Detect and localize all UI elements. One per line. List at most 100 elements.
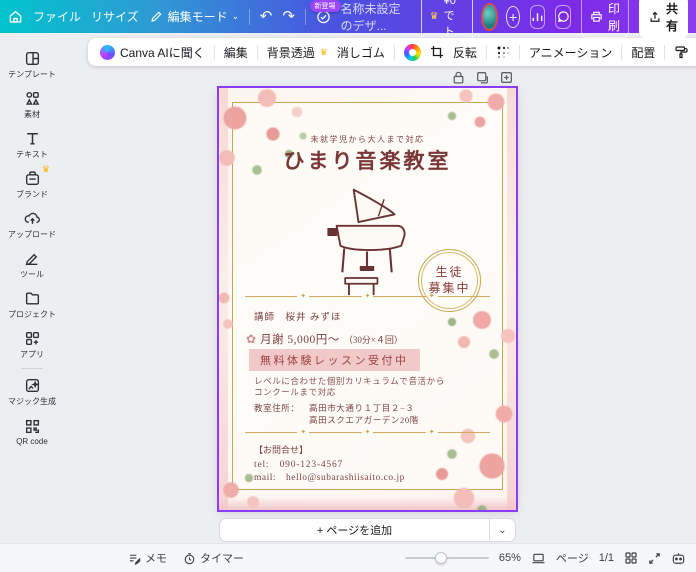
sidebar-item-apps[interactable]: アプリ <box>2 325 62 365</box>
sidebar-item-label: QR code <box>16 437 48 446</box>
duplicate-page-icon <box>475 70 490 85</box>
add-page-icon-button[interactable] <box>499 70 514 85</box>
flyer-address-line2: 高田スクエアガーデン20階 <box>309 414 419 426</box>
share-icon <box>649 11 661 23</box>
grand-piano-illustration <box>319 185 415 297</box>
duplicate-page-button[interactable] <box>475 70 490 85</box>
divider <box>305 9 306 25</box>
print-label: 印刷 <box>608 0 620 34</box>
folder-icon <box>24 290 41 307</box>
printer-icon <box>590 10 603 23</box>
paint-roller-icon <box>674 45 688 59</box>
brand-kit-icon <box>24 170 41 187</box>
approval-button[interactable]: 新登場 <box>316 9 331 24</box>
eraser-button[interactable]: 消しゴム <box>337 44 385 61</box>
sidebar-item-label: アプリ <box>20 349 44 360</box>
menu-resize[interactable]: リサイズ <box>91 8 139 25</box>
flyer-address-line1: 高田市大通り１丁目２−３ <box>309 402 415 414</box>
flyer-address-label: 教室住所： <box>254 402 300 414</box>
crop-button[interactable] <box>430 45 444 59</box>
design-page[interactable]: 未就学児から大人まで対応 ひまり音楽教室 生徒 募集中 <box>219 88 516 510</box>
help-assistant-button[interactable] <box>671 551 686 565</box>
divider <box>664 45 665 60</box>
page-view-button[interactable] <box>531 552 546 565</box>
home-icon[interactable] <box>8 9 23 24</box>
sidebar-item-label: ブランド <box>16 189 48 200</box>
crown-icon: ♛ <box>430 12 439 22</box>
position-button[interactable]: 配置 <box>631 44 655 61</box>
undo-button[interactable]: ↶ <box>260 9 273 24</box>
add-page-button[interactable]: + ページを追加 <box>220 519 489 541</box>
sidebar-divider <box>21 368 43 369</box>
grid-view-button[interactable] <box>624 551 638 565</box>
sidebar-item-label: テキスト <box>16 149 48 160</box>
tools-pen-icon <box>24 250 41 267</box>
notes-button[interactable]: メモ <box>128 550 167 566</box>
document-title[interactable]: 名称未設定のデザ... <box>341 0 401 34</box>
sidebar-item-text[interactable]: テキスト <box>2 125 62 165</box>
shapes-icon <box>24 90 41 107</box>
page-actions <box>451 70 514 85</box>
avatar[interactable] <box>483 5 497 29</box>
flyer-contact-tel: tel: 090-123-4567 <box>254 456 343 470</box>
gold-divider: ✦✦✦ <box>245 293 490 300</box>
chevron-down-icon: ⌄ <box>498 525 506 536</box>
add-page-icon <box>499 70 514 85</box>
divider <box>249 9 250 25</box>
add-page-chevron-button[interactable]: ⌄ <box>489 519 515 541</box>
students-wanted-badge: 生徒 募集中 <box>418 249 481 312</box>
flower-cluster-left <box>219 280 244 344</box>
zoom-slider-handle[interactable] <box>435 552 447 564</box>
upgrade-button[interactable]: ♛ ¥0でト... <box>421 0 473 43</box>
menu-file[interactable]: ファイル <box>33 8 81 25</box>
timer-button[interactable]: タイマー <box>183 550 244 566</box>
sidebar-item-uploads[interactable]: アップロード <box>2 205 62 245</box>
color-wheel-icon[interactable] <box>404 44 421 61</box>
zoom-slider[interactable] <box>405 557 489 559</box>
sidebar-item-label: ツール <box>20 269 44 280</box>
sidebar-item-qr-code[interactable]: QR code <box>2 412 62 452</box>
status-bar: メモ タイマー 65% ページ 1/1 <box>0 543 696 572</box>
comments-button[interactable] <box>555 5 571 29</box>
fullscreen-button[interactable] <box>648 552 661 565</box>
ask-canva-ai-button[interactable]: Canva AIに聞く <box>100 44 205 61</box>
animation-button[interactable]: アニメーション <box>529 44 613 61</box>
sidebar-item-brand[interactable]: ♛ ブランド <box>2 165 62 205</box>
print-button[interactable]: 印刷 <box>581 0 629 38</box>
divider <box>394 45 395 60</box>
sidebar-item-magic-generate[interactable]: マジック生成 <box>2 372 62 412</box>
edit-image-button[interactable]: 編集 <box>224 44 248 61</box>
sidebar-item-tools[interactable]: ツール <box>2 245 62 285</box>
sidebar-item-label: アップロード <box>8 229 56 240</box>
bg-remove-button[interactable]: 背景透過 ♛ <box>267 44 328 61</box>
page-view-label[interactable]: ページ <box>556 550 589 566</box>
flip-button[interactable]: 反転 <box>453 44 477 61</box>
sidebar-item-projects[interactable]: プロジェクト <box>2 285 62 325</box>
sidebar-item-templates[interactable]: テンプレート <box>2 45 62 85</box>
timer-label: タイマー <box>200 550 244 566</box>
share-button[interactable]: 共有 <box>639 0 688 38</box>
chat-bubble-icon <box>557 10 570 23</box>
pro-crown-icon: ♛ <box>42 165 50 174</box>
grid-view-icon <box>624 551 638 565</box>
edit-mode-menu[interactable]: 編集モード ⌄ <box>149 8 240 25</box>
divider <box>519 45 520 60</box>
add-member-button[interactable]: + <box>506 6 519 28</box>
fullscreen-icon <box>648 552 661 565</box>
copy-style-button[interactable] <box>674 45 688 59</box>
lock-page-button[interactable] <box>451 70 466 85</box>
sidebar-item-label: 素材 <box>24 109 40 120</box>
zoom-level[interactable]: 65% <box>499 552 521 564</box>
halftone-button[interactable] <box>496 45 510 59</box>
insights-button[interactable] <box>530 5 546 29</box>
redo-button[interactable]: ↷ <box>282 9 295 24</box>
crown-icon: ♛ <box>320 47 328 58</box>
flyer-subtitle: 未就学児から大人まで対応 <box>219 134 516 145</box>
qr-code-icon <box>24 418 41 435</box>
sidebar-item-elements[interactable]: 素材 <box>2 85 62 125</box>
flower-cluster-bottom-right <box>412 370 516 510</box>
divider <box>257 45 258 60</box>
divider <box>621 45 622 60</box>
timer-icon <box>183 552 196 565</box>
ask-ai-label: Canva AIに聞く <box>120 44 205 61</box>
